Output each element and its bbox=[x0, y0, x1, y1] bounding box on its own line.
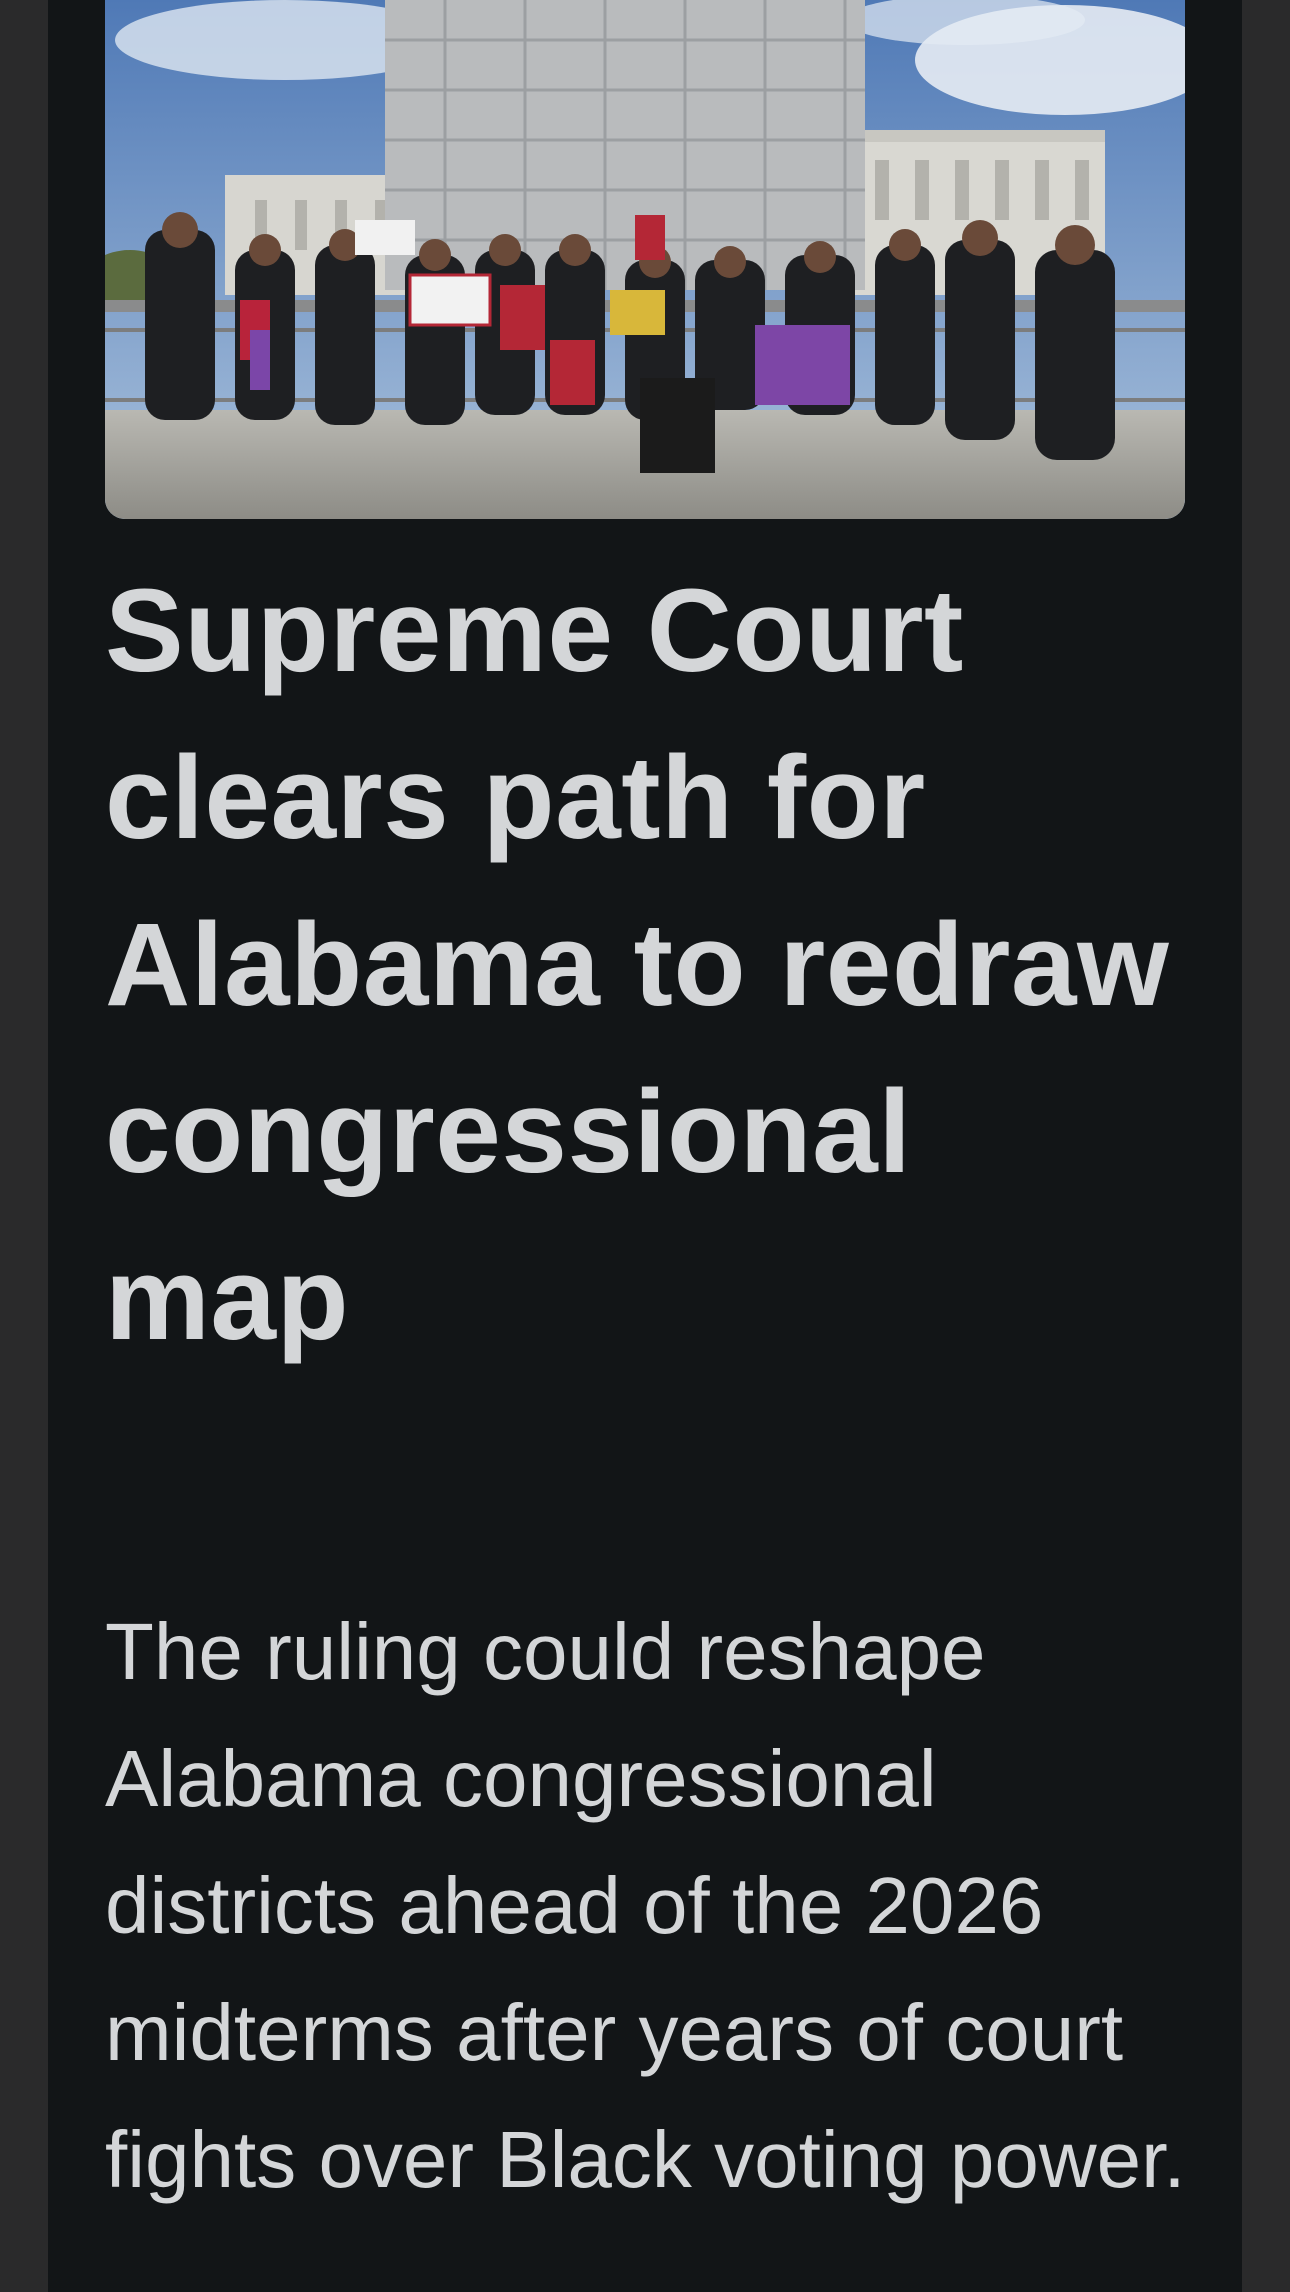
article-headline[interactable]: Supreme Court clears path for Alabama to… bbox=[105, 548, 1185, 1383]
article-dek: The ruling could reshape Alabama congres… bbox=[105, 1607, 1186, 2204]
page: Supreme Court clears path for Alabama to… bbox=[0, 0, 1290, 2292]
hero-photo bbox=[105, 0, 1185, 519]
article-hero-image[interactable] bbox=[105, 0, 1185, 519]
